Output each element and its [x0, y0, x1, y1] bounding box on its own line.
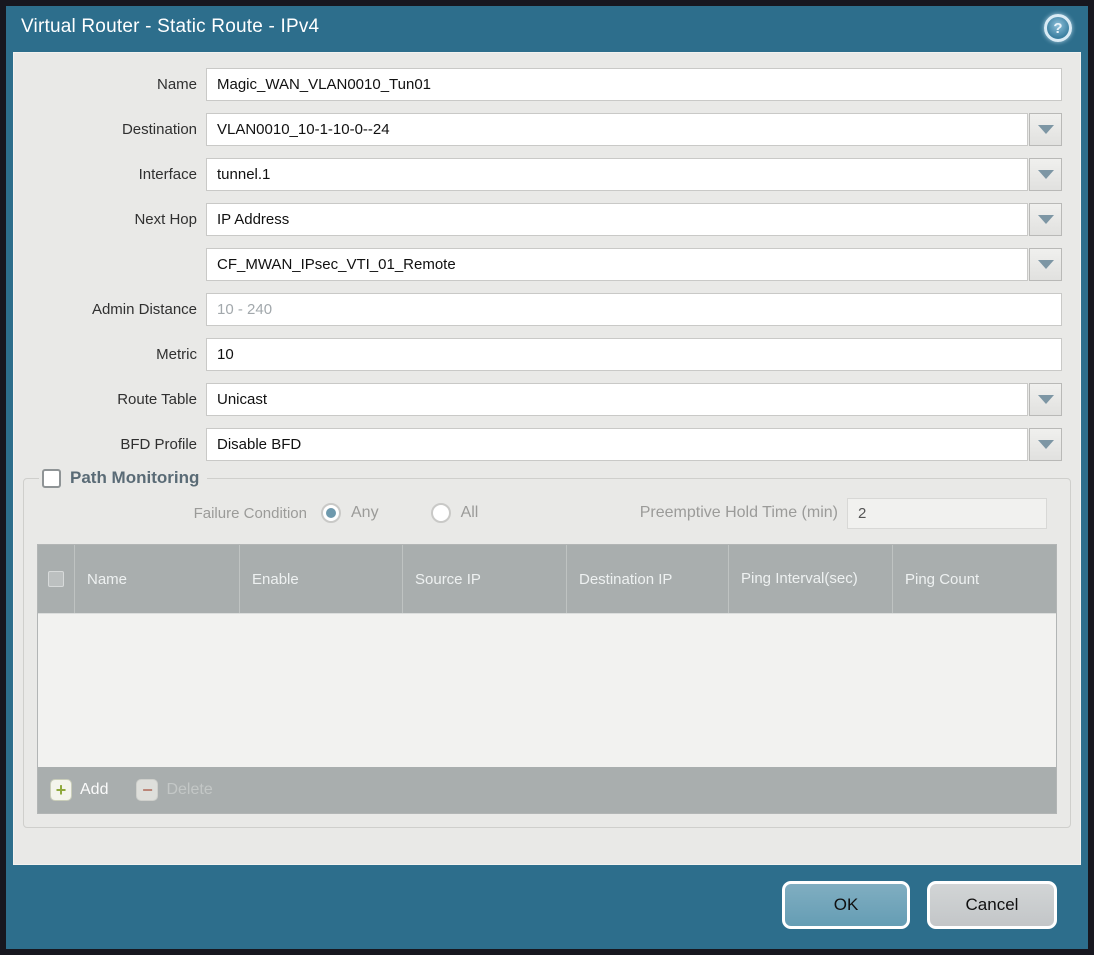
- next-hop-type-dropdown-button[interactable]: [1029, 203, 1062, 236]
- bfd-profile-input[interactable]: [206, 428, 1028, 461]
- form-row-route-table: Route Table: [14, 377, 1080, 422]
- metric-input[interactable]: [206, 338, 1062, 371]
- route-table-dropdown-button[interactable]: [1029, 383, 1062, 416]
- table-header-select-all: [38, 545, 74, 613]
- preemptive-hold-time-input[interactable]: [847, 497, 1047, 529]
- dialog-content: Name Destination Interface: [13, 52, 1081, 865]
- delete-button-label: Delete: [166, 781, 213, 798]
- next-hop-address-input[interactable]: [206, 248, 1028, 281]
- failure-condition-all-label: All: [460, 504, 479, 521]
- form-row-admin-distance: Admin Distance: [14, 287, 1080, 332]
- failure-condition-row: Failure Condition Any All Preemptive Hol…: [37, 493, 1057, 533]
- failure-condition-radio-any[interactable]: [321, 503, 341, 523]
- column-header-ping-interval: Ping Interval(sec): [728, 545, 892, 613]
- form-row-next-hop: Next Hop: [14, 197, 1080, 242]
- column-header-source-ip: Source IP: [402, 545, 566, 613]
- chevron-down-icon: [1037, 125, 1054, 134]
- dialog-titlebar: Virtual Router - Static Route - IPv4 ?: [6, 6, 1088, 52]
- form-row-metric: Metric: [14, 332, 1080, 377]
- select-all-checkbox[interactable]: [48, 571, 64, 587]
- interface-label: Interface: [138, 166, 197, 183]
- failure-condition-radio-all[interactable]: [430, 503, 451, 523]
- path-monitoring-table: Name Enable Source IP Destination IP Pin…: [37, 544, 1057, 814]
- column-header-ping-count: Ping Count: [892, 545, 1056, 613]
- bfd-profile-dropdown-button[interactable]: [1029, 428, 1062, 461]
- next-hop-address-dropdown-button[interactable]: [1029, 248, 1062, 281]
- name-label: Name: [156, 76, 197, 93]
- path-monitoring-section: Path Monitoring Failure Condition Any Al…: [23, 468, 1071, 828]
- static-route-form: Name Destination Interface: [14, 53, 1080, 467]
- help-icon[interactable]: ?: [1044, 14, 1072, 42]
- chevron-down-icon: [1037, 440, 1054, 449]
- form-row-interface: Interface: [14, 152, 1080, 197]
- table-header-row: Name Enable Source IP Destination IP Pin…: [38, 545, 1056, 613]
- chevron-down-icon: [1037, 260, 1054, 269]
- chevron-down-icon: [1037, 215, 1054, 224]
- table-toolbar: + Add − Delete: [38, 767, 1056, 813]
- route-table-input[interactable]: [206, 383, 1028, 416]
- form-row-destination: Destination: [14, 107, 1080, 152]
- destination-label: Destination: [121, 121, 197, 138]
- bfd-profile-label: BFD Profile: [120, 436, 197, 453]
- column-header-enable: Enable: [239, 545, 402, 613]
- static-route-dialog: Virtual Router - Static Route - IPv4 ? N…: [0, 0, 1094, 955]
- plus-icon: +: [50, 779, 72, 801]
- form-row-name: Name: [14, 62, 1080, 107]
- table-body-empty: [38, 613, 1056, 767]
- dialog-title: Virtual Router - Static Route - IPv4: [21, 16, 320, 37]
- route-table-label: Route Table: [117, 391, 197, 408]
- cancel-button[interactable]: Cancel: [927, 881, 1057, 929]
- add-button-label: Add: [80, 781, 109, 798]
- chevron-down-icon: [1037, 395, 1054, 404]
- name-input[interactable]: [206, 68, 1062, 101]
- chevron-down-icon: [1037, 170, 1054, 179]
- next-hop-label: Next Hop: [134, 211, 197, 228]
- next-hop-type-input[interactable]: [206, 203, 1028, 236]
- path-monitoring-checkbox[interactable]: [42, 468, 61, 488]
- failure-condition-label: Failure Condition: [193, 504, 307, 522]
- column-header-destination-ip: Destination IP: [566, 545, 728, 613]
- path-monitoring-legend: Path Monitoring: [39, 468, 207, 488]
- column-header-name: Name: [74, 545, 239, 613]
- interface-input[interactable]: [206, 158, 1028, 191]
- admin-distance-label: Admin Distance: [91, 301, 197, 318]
- form-row-bfd-profile: BFD Profile: [14, 422, 1080, 467]
- delete-button[interactable]: − Delete: [136, 779, 213, 801]
- add-button[interactable]: + Add: [50, 779, 108, 801]
- failure-condition-any-label: Any: [351, 504, 379, 521]
- metric-label: Metric: [156, 346, 197, 363]
- destination-dropdown-button[interactable]: [1029, 113, 1062, 146]
- minus-icon: −: [136, 779, 159, 801]
- interface-dropdown-button[interactable]: [1029, 158, 1062, 191]
- path-monitoring-title: Path Monitoring: [70, 468, 200, 487]
- admin-distance-input[interactable]: [206, 293, 1062, 326]
- ok-button[interactable]: OK: [782, 881, 910, 929]
- destination-input[interactable]: [206, 113, 1028, 146]
- preemptive-hold-time-label: Preemptive Hold Time (min): [639, 504, 838, 521]
- form-row-next-hop-address: [14, 242, 1080, 287]
